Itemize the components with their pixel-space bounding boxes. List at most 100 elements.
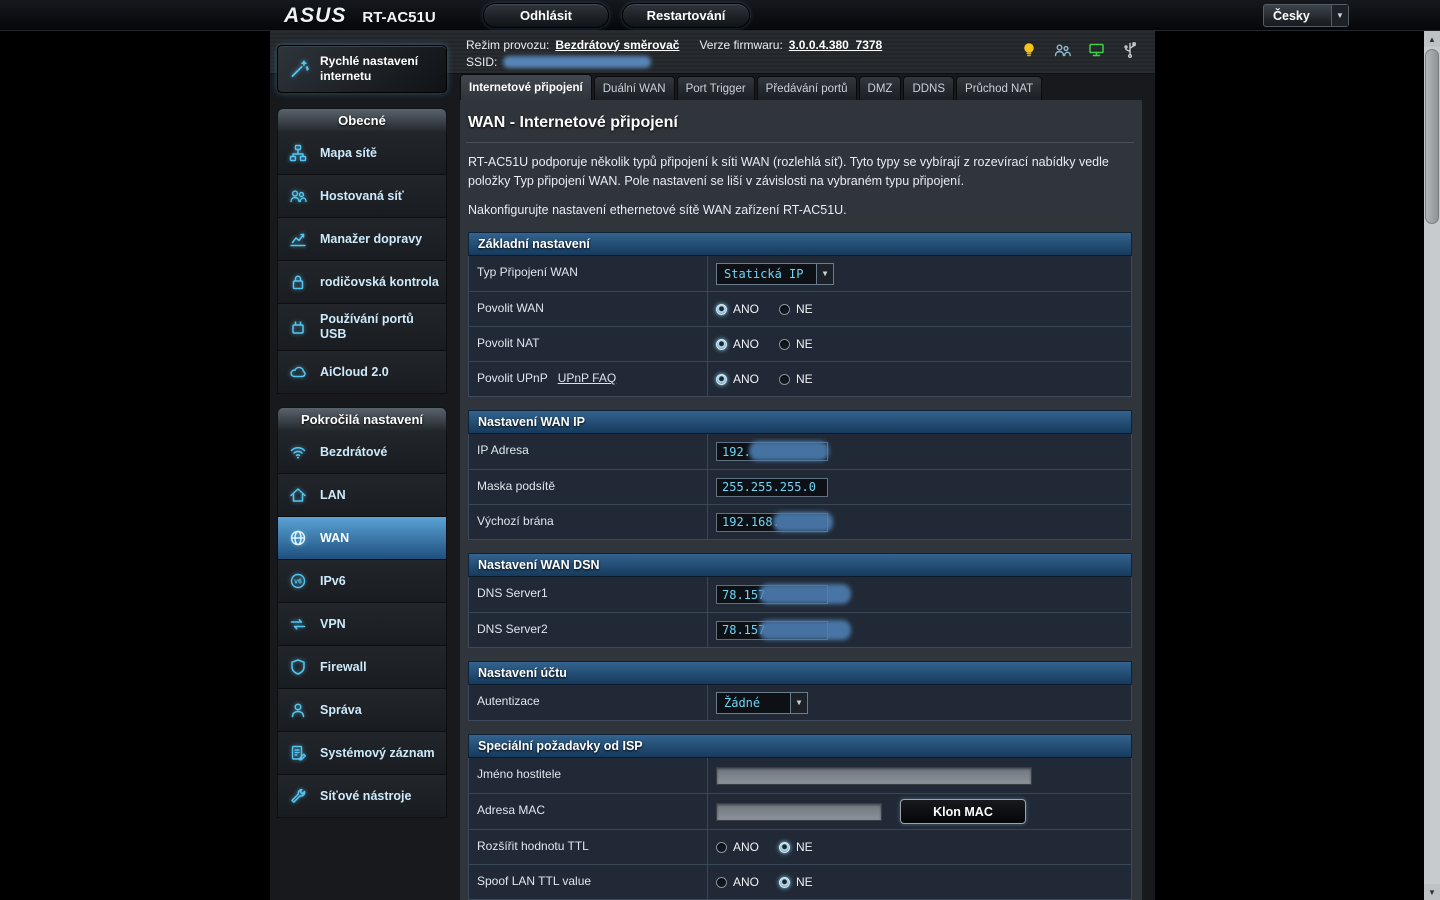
- sidebar-item-parental-control[interactable]: rodičovská kontrola: [277, 261, 447, 304]
- enable-upnp-no-radio[interactable]: [779, 374, 790, 385]
- field-label: Rozšířit hodnotu TTL: [469, 830, 707, 864]
- dns-server1-input[interactable]: 78.157: [716, 585, 828, 604]
- radio-label: ANO: [733, 372, 759, 386]
- lan-status-icon[interactable]: [1087, 41, 1106, 59]
- redaction-blur: [759, 584, 851, 604]
- default-gateway-input[interactable]: 192.168.: [716, 513, 828, 532]
- sidebar-item-label: Systémový záznam: [320, 746, 435, 761]
- cloud-icon: [286, 362, 310, 382]
- sidebar-item-system-log[interactable]: Systémový záznam: [277, 732, 447, 775]
- sidebar-item-network-tools[interactable]: Síťové nástroje: [277, 775, 447, 818]
- logout-button[interactable]: Odhlásit: [483, 3, 609, 28]
- clients-icon[interactable]: [1053, 41, 1072, 59]
- sidebar-section-advanced: Pokročilá nastavení: [277, 407, 447, 431]
- scroll-down-icon[interactable]: ▼: [1424, 884, 1440, 900]
- sidebar-item-wireless[interactable]: Bezdrátové: [277, 431, 447, 474]
- log-document-icon: [286, 743, 310, 763]
- sidebar-item-label: Firewall: [320, 660, 367, 675]
- upnp-faq-link[interactable]: UPnP FAQ: [558, 371, 616, 385]
- field-label: Povolit WAN: [469, 292, 707, 326]
- operation-mode-link[interactable]: Bezdrátový směrovač: [555, 38, 679, 52]
- tab-ddns[interactable]: DDNS: [903, 76, 954, 100]
- chevron-down-icon: ▼: [1331, 5, 1348, 26]
- radio-label: ANO: [733, 337, 759, 351]
- section-header: Nastavení účtu: [468, 661, 1132, 685]
- ssid-label: SSID:: [466, 55, 497, 69]
- language-select[interactable]: Česky ▼: [1263, 4, 1349, 27]
- house-icon: [286, 485, 310, 505]
- sidebar-item-guest-network[interactable]: Hostovaná síť: [277, 175, 447, 218]
- spoof-ttl-yes-radio[interactable]: [716, 877, 727, 888]
- ip-address-input[interactable]: 192.: [716, 442, 828, 461]
- status-led-icon[interactable]: [1020, 41, 1038, 59]
- field-label: DNS Server1: [469, 577, 707, 612]
- subnet-mask-input[interactable]: 255.255.255.0: [716, 478, 828, 497]
- table-row: Povolit WAN ANO NE: [469, 291, 1131, 326]
- dns-server2-input[interactable]: 78.157: [716, 621, 828, 640]
- tab-port-trigger[interactable]: Port Trigger: [677, 76, 755, 100]
- scroll-up-icon[interactable]: ▲: [1424, 31, 1440, 47]
- vertical-scrollbar[interactable]: ▲ ▼: [1424, 31, 1440, 900]
- usb-status-icon[interactable]: [1121, 41, 1139, 59]
- sidebar-item-network-map[interactable]: Mapa sítě: [277, 132, 447, 175]
- field-label: Autentizace: [469, 685, 707, 720]
- sidebar-item-aicloud[interactable]: AiCloud 2.0: [277, 351, 447, 394]
- input-value: 255.255.255.0: [722, 480, 816, 494]
- enable-nat-yes-radio[interactable]: [716, 339, 727, 350]
- sidebar-section-general: Obecné: [277, 108, 447, 132]
- tab-dual-wan[interactable]: Duální WAN: [594, 76, 675, 100]
- sidebar-item-administration[interactable]: Správa: [277, 689, 447, 732]
- tab-port-forwarding[interactable]: Předávání portů: [757, 76, 857, 100]
- sidebar-item-traffic-manager[interactable]: Manažer dopravy: [277, 218, 447, 261]
- enable-upnp-yes-radio[interactable]: [716, 374, 727, 385]
- enable-nat-no-radio[interactable]: [779, 339, 790, 350]
- brand: ASUS RT-AC51U: [284, 4, 436, 28]
- sidebar-item-label: IPv6: [320, 574, 346, 589]
- scrollbar-thumb[interactable]: [1425, 49, 1439, 224]
- sidebar-item-firewall[interactable]: Firewall: [277, 646, 447, 689]
- radio-label: NE: [796, 875, 813, 889]
- section-wan-ip: Nastavení WAN IP IP Adresa 192. Maska po…: [468, 410, 1132, 540]
- tab-nat-passthrough[interactable]: Průchod NAT: [956, 76, 1042, 100]
- authentication-select[interactable]: Žádné ▼: [716, 692, 808, 714]
- sidebar-item-wan[interactable]: WAN: [277, 517, 447, 560]
- quick-setup-label: Rychlé nastavení internetu: [320, 54, 437, 84]
- radio-label: ANO: [733, 302, 759, 316]
- field-label: Adresa MAC: [469, 794, 707, 829]
- wrench-icon: [286, 786, 310, 806]
- extend-ttl-no-radio[interactable]: [779, 842, 790, 853]
- tab-internet-connection[interactable]: Internetové připojení: [460, 74, 592, 100]
- vpn-arrows-icon: [286, 614, 310, 634]
- quick-internet-setup-button[interactable]: Rychlé nastavení internetu: [277, 45, 447, 93]
- wan-connection-type-select[interactable]: Statická IP ▼: [716, 263, 834, 285]
- globe-icon: [286, 528, 310, 548]
- sidebar-item-label: Síťové nástroje: [320, 789, 411, 804]
- field-label: Spoof LAN TTL value: [469, 865, 707, 899]
- tab-dmz[interactable]: DMZ: [859, 76, 902, 100]
- table-row: Spoof LAN TTL value ANO NE: [469, 864, 1131, 899]
- field-label: Maska podsítě: [469, 470, 707, 504]
- input-value: 192.168.: [722, 515, 780, 529]
- sidebar-item-vpn[interactable]: VPN: [277, 603, 447, 646]
- language-value: Česky: [1264, 9, 1331, 23]
- firmware-version-link[interactable]: 3.0.0.4.380_7378: [789, 38, 882, 52]
- sidebar-item-label: Používání portů USB: [320, 312, 440, 342]
- mac-address-input[interactable]: [716, 803, 882, 821]
- sidebar-item-label: VPN: [320, 617, 346, 632]
- sidebar-item-lan[interactable]: LAN: [277, 474, 447, 517]
- table-row: Rozšířit hodnotu TTL ANO NE: [469, 829, 1131, 864]
- enable-wan-no-radio[interactable]: [779, 304, 790, 315]
- sidebar-item-usb-application[interactable]: Používání portů USB: [277, 304, 447, 351]
- operation-mode-label: Režim provozu:: [466, 38, 549, 52]
- clone-mac-button[interactable]: Klon MAC: [900, 799, 1026, 824]
- table-row: Jméno hostitele: [469, 758, 1131, 793]
- extend-ttl-yes-radio[interactable]: [716, 842, 727, 853]
- enable-wan-yes-radio[interactable]: [716, 304, 727, 315]
- reboot-button[interactable]: Restartování: [622, 3, 750, 28]
- hostname-input[interactable]: [716, 767, 1032, 785]
- sidebar-item-ipv6[interactable]: v6 IPv6: [277, 560, 447, 603]
- spoof-ttl-no-radio[interactable]: [779, 877, 790, 888]
- redaction-blur: [759, 620, 851, 640]
- section-header: Nastavení WAN DSN: [468, 553, 1132, 577]
- sidebar-item-label: LAN: [320, 488, 346, 503]
